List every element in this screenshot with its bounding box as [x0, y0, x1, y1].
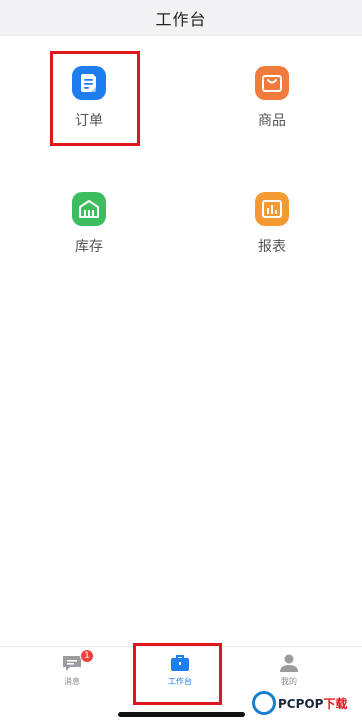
highlight-box-workbench-tab [133, 643, 222, 705]
grid-item-report[interactable]: 报表 [222, 192, 322, 272]
watermark-logo-icon [252, 691, 276, 715]
grid-item-goods[interactable]: 商品 [222, 66, 322, 146]
page-title: 工作台 [155, 9, 207, 29]
unread-badge: 1 [80, 649, 94, 663]
tab-messages[interactable]: 1 消息 [32, 649, 112, 705]
grid-item-label: 报表 [258, 239, 286, 255]
top-bar: 工作台 [0, 0, 362, 36]
tab-label: 消息 [64, 677, 80, 686]
tab-icon-wrap: 1 [32, 649, 112, 673]
highlight-box-order [50, 51, 140, 146]
workbench-screen: 工作台 订单 商品 库存 报表 1 消息 工作台 我的 PCPOP下载 [0, 0, 362, 720]
warehouse-icon [72, 192, 106, 226]
bar-chart-icon [255, 192, 289, 226]
tab-label: 我的 [281, 677, 297, 686]
home-indicator [118, 712, 245, 717]
grid-item-label: 库存 [75, 239, 103, 255]
shopping-bag-icon [255, 66, 289, 100]
grid-item-label: 商品 [258, 113, 286, 129]
site-watermark: PCPOP下载 [252, 688, 360, 718]
watermark-text: PCPOP下载 [278, 696, 348, 711]
grid-item-stock[interactable]: 库存 [39, 192, 139, 272]
person-icon [280, 654, 298, 672]
